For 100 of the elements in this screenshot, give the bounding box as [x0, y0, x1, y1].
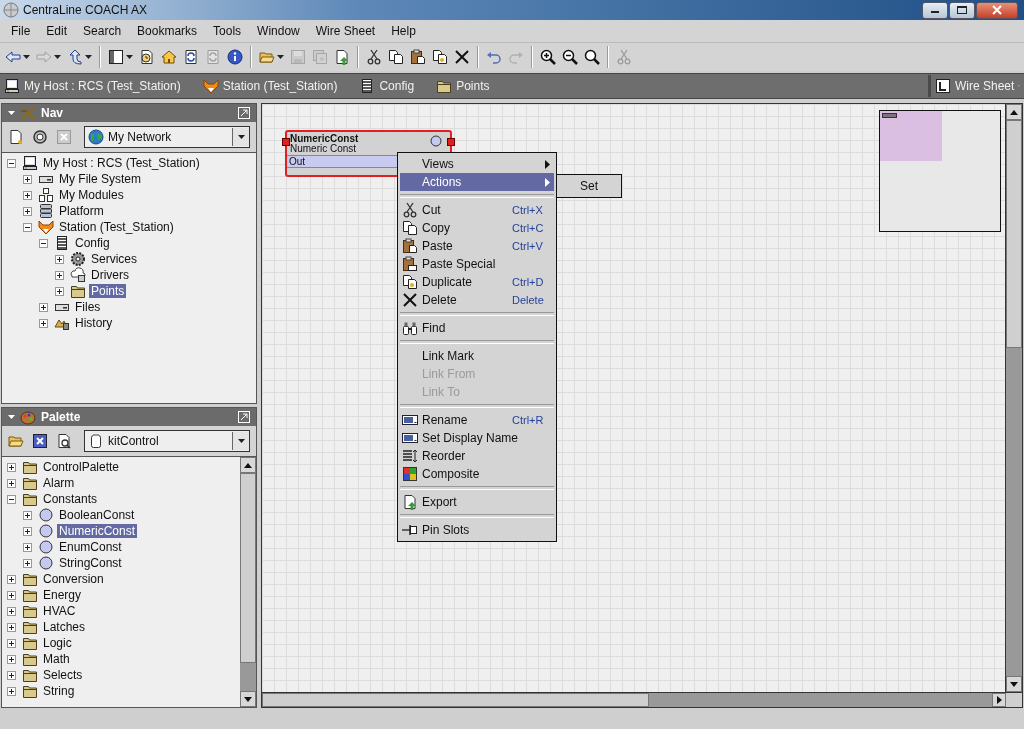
expand-toggle[interactable] [7, 158, 16, 168]
expand-toggle[interactable] [7, 462, 16, 472]
expand-toggle[interactable] [23, 222, 32, 232]
menu-item[interactable]: Actions [400, 173, 554, 191]
expand-toggle[interactable] [7, 590, 16, 600]
viewport-area[interactable] [880, 111, 942, 161]
expand-toggle[interactable] [39, 238, 48, 248]
tree-item[interactable]: Files [73, 300, 103, 314]
tree-item[interactable]: NumericConst [57, 524, 138, 538]
expand-toggle[interactable] [7, 670, 16, 680]
tree-item[interactable]: Config [73, 236, 112, 250]
expand-toggle[interactable] [7, 606, 16, 616]
scroll-down-button[interactable] [1006, 676, 1022, 692]
menu-item[interactable]: Delete Delete [400, 291, 554, 309]
expand-toggle[interactable] [23, 526, 32, 536]
breadcrumb-item[interactable]: Station (Test_Station) [202, 78, 338, 94]
expand-toggle[interactable] [39, 302, 48, 312]
menu-item[interactable]: Cut Ctrl+X [400, 201, 554, 219]
menu-item[interactable]: Tools [205, 24, 250, 38]
close-icon[interactable] [32, 433, 48, 449]
tree-item[interactable]: Selects [41, 668, 85, 682]
menu-item[interactable]: Set Display Name [400, 429, 554, 447]
expand-toggle[interactable] [39, 318, 48, 328]
menu-item[interactable]: Link Mark [400, 347, 554, 365]
expand-toggle[interactable] [23, 510, 32, 520]
wire-sheet-canvas[interactable] [262, 104, 1005, 692]
expand-toggle[interactable] [55, 270, 64, 280]
tree-item[interactable]: StringConst [57, 556, 124, 570]
tree-item[interactable]: My Modules [57, 188, 126, 202]
tree-item[interactable]: Logic [41, 636, 74, 650]
tree-item[interactable]: Latches [41, 620, 88, 634]
menu-item[interactable]: Reorder [400, 447, 554, 465]
scroll-down-button[interactable] [240, 691, 256, 707]
menu-item[interactable]: Pin Slots [400, 521, 554, 539]
open-folder-icon[interactable] [8, 433, 24, 449]
menu-item[interactable]: Find [400, 319, 554, 337]
scroll-up-button[interactable] [240, 457, 256, 473]
tree-item[interactable]: Alarm [41, 476, 77, 490]
menu-item[interactable]: Help [383, 24, 424, 38]
close-button[interactable] [976, 1, 1018, 19]
tree-item[interactable]: Constants [41, 492, 100, 506]
tree-item[interactable]: Energy [41, 588, 84, 602]
new-document-icon[interactable] [8, 129, 24, 145]
collapse-caret-icon[interactable] [8, 111, 15, 115]
tree-item[interactable]: String [41, 684, 77, 698]
menu-item[interactable]: Export [400, 493, 554, 511]
menu-item[interactable]: Paste Ctrl+V [400, 237, 554, 255]
menu-item[interactable]: Set [557, 175, 621, 197]
menu-item[interactable]: Copy Ctrl+C [400, 219, 554, 237]
scrollbar-thumb[interactable] [262, 693, 649, 707]
tree-item[interactable]: EnumConst [57, 540, 124, 554]
expand-toggle[interactable] [7, 654, 16, 664]
collapse-caret-icon[interactable] [8, 415, 15, 419]
network-dropdown[interactable]: My Network [84, 126, 250, 148]
tree-item[interactable]: BooleanConst [57, 508, 137, 522]
expand-toggle[interactable] [7, 574, 16, 584]
menu-item[interactable]: Window [249, 24, 308, 38]
tree-item[interactable]: My File System [57, 172, 143, 186]
expand-toggle[interactable] [23, 542, 32, 552]
tree-item[interactable]: HVAC [41, 604, 78, 618]
breadcrumb-item[interactable]: Points [436, 78, 490, 94]
menu-item[interactable]: Search [75, 24, 130, 38]
menu-item[interactable]: Edit [38, 24, 76, 38]
tree-item[interactable]: Platform [57, 204, 106, 218]
menu-item[interactable]: File [3, 24, 39, 38]
expand-toggle[interactable] [55, 286, 64, 296]
expand-toggle[interactable] [7, 494, 16, 504]
menu-item[interactable]: Duplicate Ctrl+D [400, 273, 554, 291]
maximize-panel-icon[interactable] [238, 107, 250, 119]
menu-item[interactable]: Paste Special [400, 255, 554, 273]
menu-item[interactable]: Bookmarks [129, 24, 206, 38]
menu-item[interactable]: Composite [400, 465, 554, 483]
tree-item[interactable]: Station (Test_Station) [57, 220, 176, 234]
expand-toggle[interactable] [23, 190, 32, 200]
expand-toggle[interactable] [7, 638, 16, 648]
find-document-icon[interactable] [56, 433, 72, 449]
tree-item[interactable]: My Host : RCS (Test_Station) [41, 156, 202, 170]
expand-toggle[interactable] [23, 206, 32, 216]
tree-item[interactable]: Conversion [41, 572, 106, 586]
tree-item[interactable]: History [73, 316, 115, 330]
tree-item[interactable]: Math [41, 652, 72, 666]
expand-toggle[interactable] [23, 174, 32, 184]
tree-item[interactable]: Services [89, 252, 139, 266]
expand-toggle[interactable] [7, 622, 16, 632]
scrollbar-thumb[interactable] [1006, 120, 1022, 348]
tree-item[interactable]: Points [89, 284, 127, 298]
menu-item[interactable]: Wire Sheet [307, 24, 384, 38]
maximize-button[interactable] [949, 1, 975, 19]
expand-toggle[interactable] [7, 478, 16, 488]
tree-item[interactable]: ControlPalette [41, 460, 122, 474]
expand-toggle[interactable] [23, 558, 32, 568]
module-dropdown[interactable]: kitControl [84, 430, 250, 452]
tree-item[interactable]: Drivers [89, 268, 131, 282]
maximize-panel-icon[interactable] [238, 411, 250, 423]
expand-toggle[interactable] [55, 254, 64, 264]
minimize-button[interactable] [922, 1, 948, 19]
expand-toggle[interactable] [7, 686, 16, 696]
ring-icon[interactable] [32, 129, 48, 145]
scrollbar-thumb[interactable] [240, 473, 256, 663]
scroll-right-button[interactable] [992, 693, 1006, 707]
